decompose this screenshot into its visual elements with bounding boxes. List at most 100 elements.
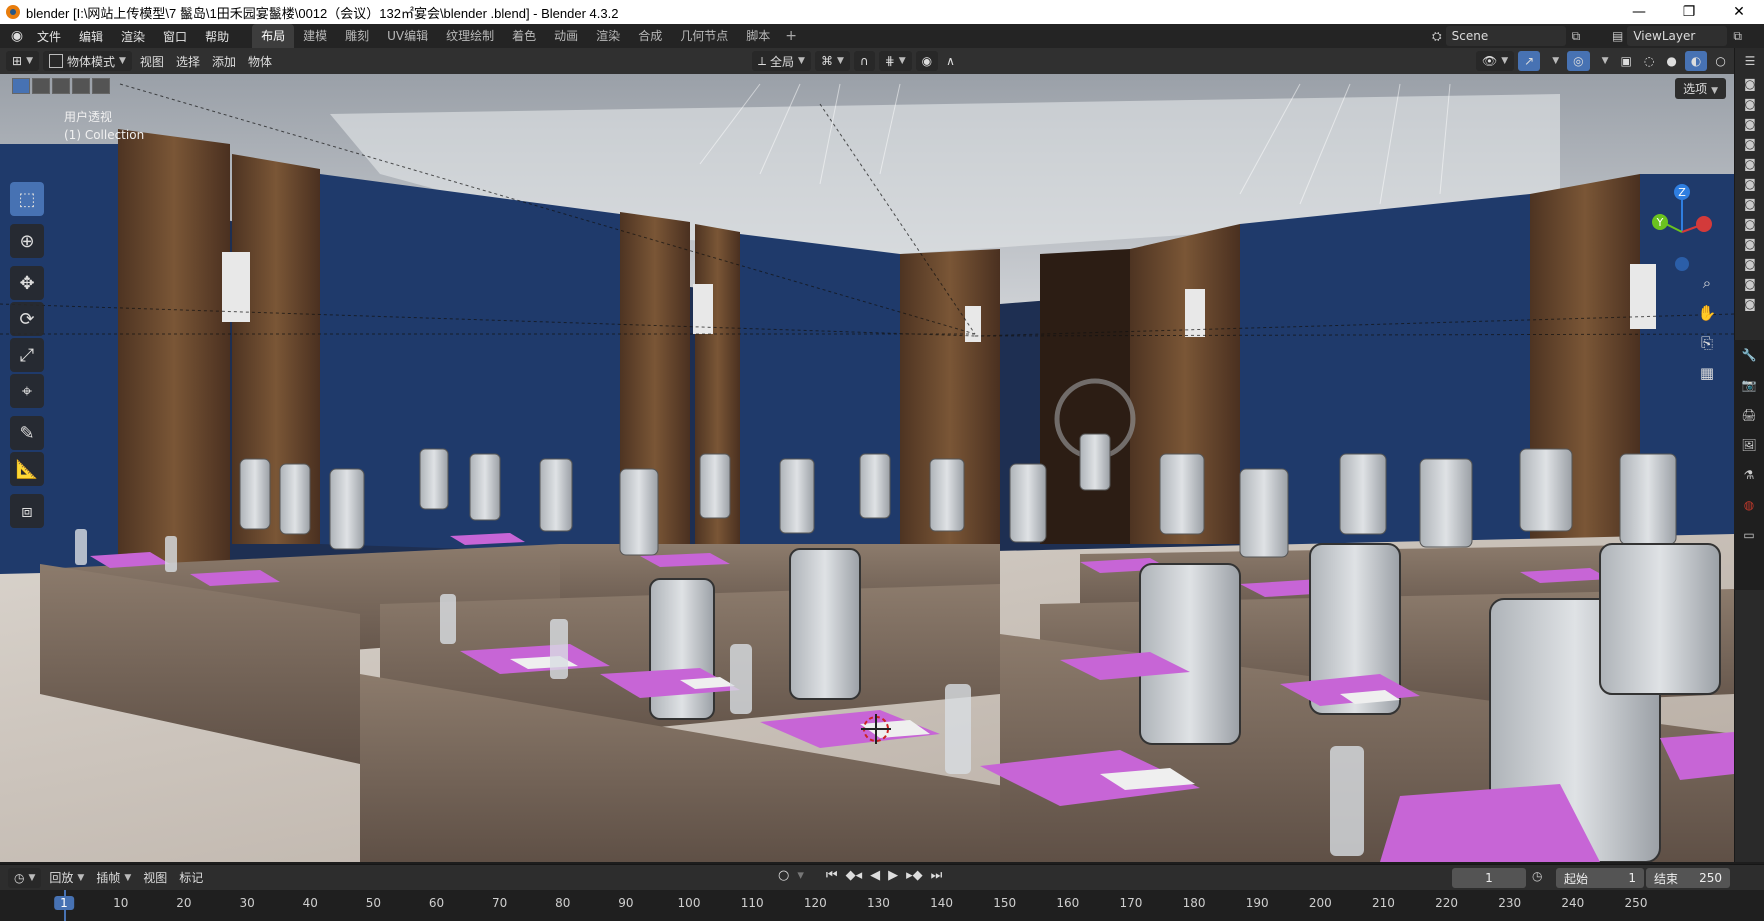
select-mode-set-icon[interactable]	[12, 78, 30, 94]
scene-selector[interactable]: ⛭ Scene ⧉	[1432, 26, 1608, 46]
falloff-dropdown[interactable]: ∧	[940, 51, 961, 71]
3d-viewport[interactable]: 用户透视 (1) Collection 选项 ▼ Z Y ⌕ ✋ ⎘ ▦ ⬚ ⊕ …	[0, 74, 1734, 862]
timeline-editor-type[interactable]: ◷ ▼	[8, 867, 42, 888]
gizmo-toggle[interactable]: ↗	[1518, 51, 1541, 71]
transform-orientation-dropdown[interactable]: ⟂ 全局 ▼	[752, 51, 811, 71]
current-frame-field[interactable]: 1	[1452, 868, 1526, 888]
menu-keying[interactable]: 插帧 ▼	[90, 868, 137, 888]
jump-start-icon[interactable]: ⏮	[822, 868, 842, 883]
snap-target-dropdown[interactable]: ⋕ ▼	[878, 51, 912, 71]
overlay-dropdown[interactable]: ▼	[1592, 51, 1615, 71]
restore-button[interactable]: ❐	[1664, 0, 1714, 24]
overlay-toggle[interactable]: ◎	[1567, 51, 1590, 71]
render-properties-icon[interactable]: 📷	[1734, 370, 1764, 400]
prev-keyframe-icon[interactable]: ◆◂	[842, 868, 867, 883]
end-frame-field[interactable]: 结束 250	[1646, 868, 1730, 888]
tab-texture-paint[interactable]: 纹理绘制	[437, 24, 503, 48]
jump-end-icon[interactable]: ⏭	[927, 868, 947, 883]
current-frame-marker[interactable]: 1	[54, 896, 74, 910]
auto-keying-dropdown[interactable]: ▾	[793, 868, 808, 883]
scene-name-field[interactable]: Scene	[1445, 26, 1566, 46]
camera-restrict-icon[interactable]: ◙	[1735, 214, 1764, 234]
camera-restrict-icon[interactable]: ◙	[1735, 114, 1764, 134]
camera-restrict-icon[interactable]: ◙	[1735, 74, 1764, 94]
mode-dropdown[interactable]: 物体模式 ▼	[42, 51, 132, 71]
snap-toggle[interactable]: ∩	[853, 51, 875, 71]
camera-restrict-icon[interactable]: ◙	[1735, 174, 1764, 194]
shading-solid[interactable]: ●	[1660, 51, 1682, 71]
menu-window[interactable]: 窗口	[154, 28, 196, 45]
world-properties-icon[interactable]: ◍	[1734, 490, 1764, 520]
preview-range-icon[interactable]: ◷	[1532, 869, 1542, 883]
move-tool-icon[interactable]: ✥	[10, 266, 44, 300]
new-scene-icon[interactable]: ⧉	[1572, 29, 1581, 44]
auto-keying-icon[interactable]: ○	[774, 868, 793, 883]
play-icon[interactable]: ▶	[884, 868, 902, 883]
camera-restrict-icon[interactable]: ◙	[1735, 94, 1764, 114]
camera-restrict-icon[interactable]: ◙	[1735, 154, 1764, 174]
menu-help[interactable]: 帮助	[196, 28, 238, 45]
camera-view-icon[interactable]: ⎘	[1694, 330, 1720, 356]
tab-layout[interactable]: 布局	[252, 24, 295, 48]
zoom-icon[interactable]: ⌕	[1694, 270, 1720, 296]
cursor-tool-icon[interactable]: ⊕	[10, 224, 44, 258]
scene-properties-icon[interactable]: ⚗	[1734, 460, 1764, 490]
menu-file[interactable]: 文件	[28, 28, 70, 45]
view-layer-name-field[interactable]: ViewLayer	[1627, 26, 1728, 46]
play-reverse-icon[interactable]: ◀	[866, 868, 884, 883]
add-cube-tool-icon[interactable]: ⧈	[10, 494, 44, 528]
menu-marker[interactable]: 标记	[173, 868, 209, 888]
collection-properties-icon[interactable]: ▭	[1734, 520, 1764, 550]
menu-timeline-view[interactable]: 视图	[137, 868, 173, 888]
pivot-point-dropdown[interactable]: ⌘ ▼	[814, 51, 850, 71]
start-frame-field[interactable]: 起始 1	[1556, 868, 1644, 888]
scale-tool-icon[interactable]: ⤢	[10, 338, 44, 372]
tab-geometry-nodes[interactable]: 几何节点	[671, 24, 737, 48]
shading-material[interactable]: ◐	[1684, 51, 1708, 71]
tab-compositing[interactable]: 合成	[629, 24, 671, 48]
tab-scripting[interactable]: 脚本	[737, 24, 779, 48]
menu-edit[interactable]: 编辑	[70, 28, 112, 45]
annotate-tool-icon[interactable]: ✎	[10, 416, 44, 450]
camera-restrict-icon[interactable]: ◙	[1735, 294, 1764, 314]
camera-restrict-icon[interactable]: ◙	[1735, 274, 1764, 294]
view-layer-properties-icon[interactable]: 🖼	[1734, 430, 1764, 460]
tab-animation[interactable]: 动画	[545, 24, 587, 48]
visibility-dropdown[interactable]: 👁 ▼	[1476, 51, 1515, 71]
measure-tool-icon[interactable]: 📐	[10, 452, 44, 486]
proportional-edit-toggle[interactable]: ◉	[915, 51, 939, 71]
camera-restrict-icon[interactable]: ◙	[1735, 254, 1764, 274]
select-box-tool-icon[interactable]: ⬚	[10, 182, 44, 216]
camera-restrict-icon[interactable]: ◙	[1735, 234, 1764, 254]
view-layer-selector[interactable]: ▤ ViewLayer ⧉	[1612, 26, 1752, 46]
navigation-gizmo[interactable]: Z Y	[1636, 182, 1726, 282]
outliner-icon[interactable]: ☰	[1735, 48, 1764, 74]
menu-view[interactable]: 视图	[134, 51, 170, 71]
camera-restrict-icon[interactable]: ◙	[1735, 194, 1764, 214]
menu-playback[interactable]: 回放 ▼	[43, 868, 90, 888]
menu-object[interactable]: 物体	[242, 51, 278, 71]
shading-rendered[interactable]: ○	[1709, 51, 1731, 71]
select-mode-extend-icon[interactable]	[32, 78, 50, 94]
rotate-tool-icon[interactable]: ⟳	[10, 302, 44, 336]
minimize-button[interactable]: —	[1614, 0, 1664, 24]
select-mode-subtract-icon[interactable]	[52, 78, 70, 94]
add-workspace-button[interactable]: +	[779, 28, 803, 44]
camera-restrict-icon[interactable]: ◙	[1735, 134, 1764, 154]
next-keyframe-icon[interactable]: ▸◆	[902, 868, 927, 883]
output-properties-icon[interactable]: 🖨	[1734, 400, 1764, 430]
timeline-ruler[interactable]: 1 10 20 30 40 50 60 70 80 90 100 110 120 130 140 150 160…	[0, 890, 1764, 921]
menu-render[interactable]: 渲染	[112, 28, 154, 45]
blender-logo-icon[interactable]: ◉	[6, 28, 28, 44]
new-view-layer-icon[interactable]: ⧉	[1733, 29, 1742, 44]
xray-toggle[interactable]: ▣	[1615, 51, 1638, 71]
menu-select[interactable]: 选择	[170, 51, 206, 71]
transform-tool-icon[interactable]: ⌖	[10, 374, 44, 408]
editor-type-button[interactable]: ⊞ ▼	[6, 51, 39, 71]
tab-shading[interactable]: 着色	[503, 24, 545, 48]
tab-uv-editing[interactable]: UV编辑	[378, 24, 437, 48]
tab-sculpting[interactable]: 雕刻	[336, 24, 378, 48]
tab-modeling[interactable]: 建模	[294, 24, 336, 48]
select-mode-intersect-icon[interactable]	[92, 78, 110, 94]
shading-wireframe[interactable]: ◌	[1638, 51, 1660, 71]
